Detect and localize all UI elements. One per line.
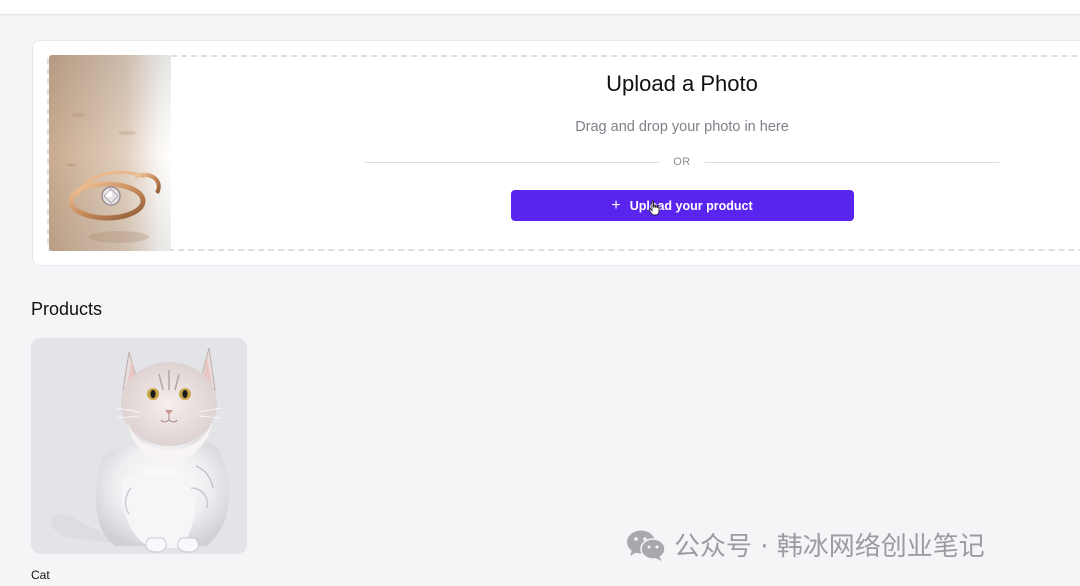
upload-card: Upload a Photo Drag and drop your photo … <box>32 40 1080 266</box>
hand-cursor-icon <box>648 200 659 216</box>
upload-subtitle: Drag and drop your photo in here <box>575 119 789 135</box>
products-heading: Products <box>31 299 103 319</box>
divider-line-left <box>365 161 660 163</box>
divider-line-right <box>704 161 999 163</box>
product-name-cat: Cat <box>31 568 50 582</box>
plus-icon: + <box>611 196 621 214</box>
cat-image <box>31 338 247 554</box>
divider-text: OR <box>673 156 691 168</box>
watermark-text: 公众号 · 韩冰网络创业笔记 <box>674 532 985 562</box>
watermark: 公众号 · 韩冰网络创业笔记 <box>626 526 985 563</box>
wechat-icon <box>627 530 666 561</box>
upload-center: Upload a Photo Drag and drop your photo … <box>365 71 999 221</box>
top-bar <box>0 0 1080 15</box>
or-divider: OR <box>365 156 999 168</box>
product-card-cat[interactable] <box>31 338 247 554</box>
sample-ring-image <box>49 55 171 251</box>
upload-product-button[interactable]: + Upload your product <box>510 190 854 221</box>
upload-title: Upload a Photo <box>606 71 758 96</box>
